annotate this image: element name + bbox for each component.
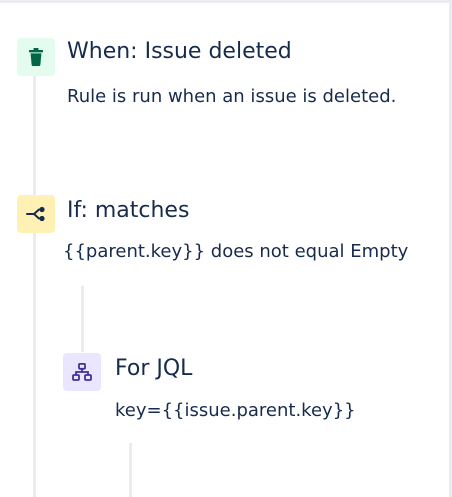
trigger-step-issue-deleted[interactable]: When: Issue deleted Rule is run when an … — [17, 35, 437, 115]
condition-description: {{parent.key}} does not equal Empty — [63, 241, 409, 262]
branch-title: For JQL — [115, 356, 193, 381]
branch-step-for-jql[interactable]: For JQL key={{issue.parent.key}} — [63, 351, 443, 431]
main-flow-connector — [33, 72, 36, 497]
condition-icon-badge — [17, 195, 55, 233]
branch-description: key={{issue.parent.key}} — [115, 400, 356, 421]
canvas-top-border — [0, 0, 452, 3]
trigger-description: Rule is run when an issue is deleted. — [67, 86, 397, 107]
trash-icon — [29, 48, 43, 66]
condition-nest-connector — [81, 286, 84, 352]
condition-title: If: matches — [67, 198, 190, 223]
branch-icon-badge — [63, 353, 101, 391]
trigger-title: When: Issue deleted — [67, 39, 292, 64]
branch-nest-connector — [129, 443, 132, 497]
condition-step-if-matches[interactable]: If: matches {{parent.key}} does not equa… — [17, 193, 437, 273]
hierarchy-icon — [72, 363, 92, 381]
branch-condition-icon — [26, 206, 45, 222]
trigger-icon-badge — [17, 38, 55, 76]
